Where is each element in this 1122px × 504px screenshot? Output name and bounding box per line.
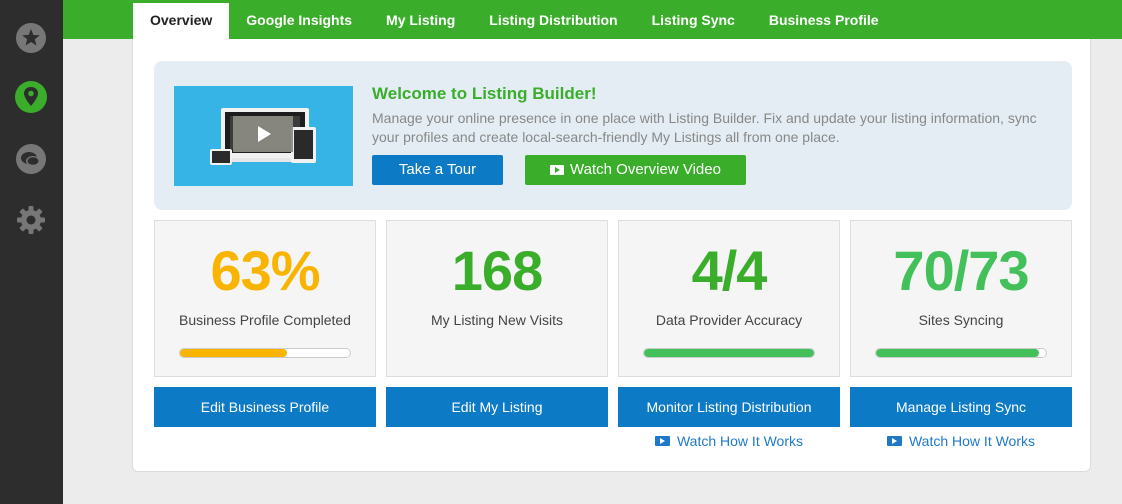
gear-icon[interactable]	[14, 203, 48, 237]
tab-my-listing[interactable]: My Listing	[369, 3, 472, 39]
watch-how-it-works-label: Watch How It Works	[908, 433, 1036, 449]
chat-bubble-icon[interactable]	[14, 142, 48, 176]
tab-listing-distribution[interactable]: Listing Distribution	[472, 3, 634, 39]
welcome-banner: Welcome to Listing Builder! Manage your …	[154, 61, 1072, 210]
overview-video-thumbnail[interactable]	[174, 86, 353, 186]
progress-bar	[875, 348, 1047, 358]
watch-overview-video-button[interactable]: Watch Overview Video	[525, 155, 746, 185]
tab-overview[interactable]: Overview	[133, 3, 230, 39]
devices-illustration	[210, 108, 316, 165]
progress-bar-fill	[180, 349, 288, 357]
video-icon	[654, 436, 670, 446]
edit-business-profile-button[interactable]: Edit Business Profile	[154, 387, 376, 427]
tab-business-profile[interactable]: Business Profile	[752, 3, 896, 39]
stat-label: Data Provider Accuracy	[655, 312, 803, 328]
watch-how-it-works-link[interactable]: Watch How It Works	[618, 433, 840, 449]
watch-how-it-works-label: Watch How It Works	[676, 433, 804, 449]
stat-label: My Listing New Visits	[430, 312, 563, 328]
tab-listing-sync[interactable]: Listing Sync	[635, 3, 752, 39]
stat-business-profile: 63% Business Profile Completed	[154, 220, 376, 377]
stat-value: 70/73	[893, 239, 1029, 302]
tab-google-insights[interactable]: Google Insights	[229, 3, 369, 39]
manage-listing-sync-button[interactable]: Manage Listing Sync	[850, 387, 1072, 427]
stat-data-provider-accuracy: 4/4 Data Provider Accuracy	[618, 220, 840, 377]
edit-my-listing-button[interactable]: Edit My Listing	[386, 387, 608, 427]
welcome-description: Manage your online presence in one place…	[372, 110, 1037, 145]
progress-bar-fill	[876, 349, 1040, 357]
tab-bar: Overview Google Insights My Listing List…	[133, 3, 896, 39]
overview-panel: Welcome to Listing Builder! Manage your …	[132, 39, 1091, 472]
left-sidebar	[0, 0, 63, 504]
stat-sites-syncing: 70/73 Sites Syncing	[850, 220, 1072, 377]
stat-my-listing-visits: 168 My Listing New Visits	[386, 220, 608, 377]
video-icon	[886, 436, 902, 446]
stat-value: 4/4	[691, 239, 768, 302]
monitor-listing-distribution-button[interactable]: Monitor Listing Distribution	[618, 387, 840, 427]
progress-bar-fill	[644, 349, 814, 357]
location-pin-icon[interactable]	[14, 80, 48, 114]
welcome-title: Welcome to Listing Builder!	[372, 84, 597, 103]
stat-value: 168	[451, 239, 543, 302]
stat-label: Sites Syncing	[918, 312, 1004, 328]
video-play-icon	[550, 165, 565, 175]
progress-bar	[179, 348, 351, 358]
take-a-tour-button[interactable]: Take a Tour	[372, 155, 503, 185]
watch-how-it-works-link[interactable]: Watch How It Works	[850, 433, 1072, 449]
stat-value: 63%	[210, 239, 320, 302]
star-icon[interactable]	[14, 21, 48, 55]
watch-overview-video-label: Watch Overview Video	[570, 161, 721, 178]
stat-label: Business Profile Completed	[179, 312, 351, 328]
progress-bar	[643, 348, 815, 358]
